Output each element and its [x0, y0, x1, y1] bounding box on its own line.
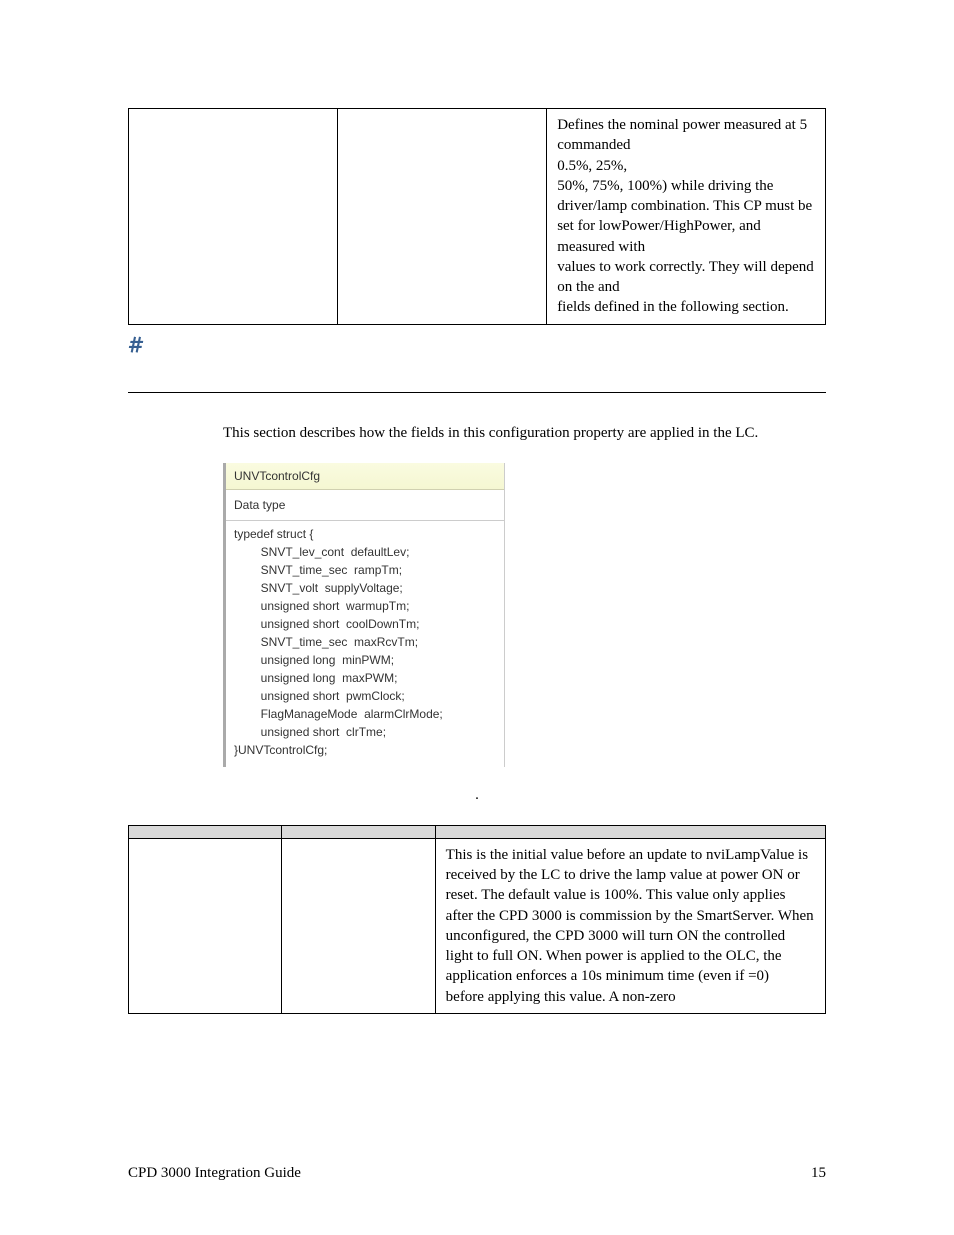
fields-th1 [129, 825, 282, 838]
struct-title: UNVTcontrolCfg [226, 463, 504, 490]
power-row-c3: Defines the nominal power measured at 5 … [547, 109, 826, 325]
footer-page-number: 15 [811, 1163, 826, 1183]
power-table: Defines the nominal power measured at 5 … [128, 108, 826, 325]
section-divider [128, 392, 826, 393]
fields-table: This is the initial value before an upda… [128, 825, 826, 1014]
fields-row1-c1 [129, 838, 282, 1013]
fields-th3 [435, 825, 825, 838]
struct-code: typedef struct { SNVT_lev_cont defaultLe… [226, 521, 504, 767]
figure-caption: . [128, 785, 826, 803]
section-intro-text: This section describes how the fields in… [223, 423, 826, 443]
footer-title: CPD 3000 Integration Guide [128, 1163, 301, 1183]
power-row-c1 [129, 109, 338, 325]
fields-row1-c3: This is the initial value before an upda… [435, 838, 825, 1013]
page-footer: CPD 3000 Integration Guide 15 [128, 1163, 826, 1183]
fields-row1-c2 [282, 838, 435, 1013]
heading-hash: # [128, 327, 826, 362]
fields-th2 [282, 825, 435, 838]
struct-datatype-label: Data type [226, 490, 504, 521]
struct-definition-figure: UNVTcontrolCfg Data type typedef struct … [223, 463, 505, 767]
power-row-c2 [338, 109, 547, 325]
